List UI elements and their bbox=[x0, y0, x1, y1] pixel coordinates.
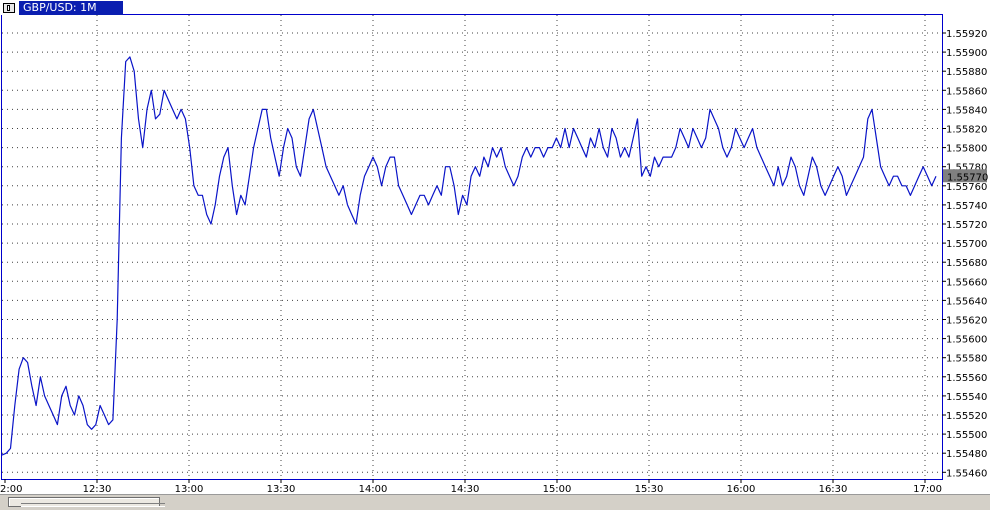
price-tick-label: 1.55920 bbox=[946, 29, 987, 40]
time-tick-label: 17:00 bbox=[913, 484, 942, 494]
price-tick-label: 1.55460 bbox=[946, 468, 987, 479]
price-tick-label: 1.55500 bbox=[946, 430, 987, 441]
price-tick-label: 1.55820 bbox=[946, 125, 987, 136]
price-tick-label: 1.55600 bbox=[946, 335, 987, 346]
time-tick-label: 16:30 bbox=[819, 484, 848, 494]
price-tick-label: 1.55540 bbox=[946, 392, 987, 403]
price-chart[interactable]: 1.55920 1.55900 1.55880 1.55860 1.55840 1.558… bbox=[0, 0, 990, 494]
chart-window: 1.55920 1.55900 1.55880 1.55860 1.55840 1.558… bbox=[0, 0, 990, 510]
horizontal-scrollbar[interactable] bbox=[0, 494, 990, 510]
chart-title: GBP/USD: 1M bbox=[19, 0, 123, 15]
price-tick-label: 1.55480 bbox=[946, 449, 987, 460]
price-tick-label: 1.55660 bbox=[946, 277, 987, 288]
price-tick-label: 1.55720 bbox=[946, 220, 987, 231]
scrollbar-grip bbox=[21, 503, 165, 507]
time-tick-label: 14:30 bbox=[451, 484, 480, 494]
time-tick-label: 2:00 bbox=[0, 484, 22, 494]
time-tick-label: 14:00 bbox=[359, 484, 388, 494]
price-tick-label: 1.55740 bbox=[946, 201, 987, 212]
price-tick-label: 1.55520 bbox=[946, 411, 987, 422]
price-tick-label: 1.55620 bbox=[946, 316, 987, 327]
price-tick-label: 1.55680 bbox=[946, 258, 987, 269]
time-axis: 2:00 12:30 13:00 13:30 14:00 14:30 15:00 15:30 1… bbox=[0, 479, 942, 494]
price-tick-label: 1.55760 bbox=[946, 182, 987, 193]
price-tick-label: 1.55880 bbox=[946, 67, 987, 78]
window-icon bbox=[3, 2, 15, 13]
price-tick-label: 1.55640 bbox=[946, 296, 987, 307]
price-tick-label: 1.55860 bbox=[946, 86, 987, 97]
price-tick-label: 1.55560 bbox=[946, 373, 987, 384]
price-tick-label: 1.55900 bbox=[946, 48, 987, 59]
plot-frame bbox=[1, 14, 943, 480]
time-tick-label: 12:30 bbox=[83, 484, 112, 494]
time-tick-label: 13:00 bbox=[175, 484, 204, 494]
scrollbar-thumb[interactable] bbox=[8, 497, 165, 507]
price-tick-label: 1.55800 bbox=[946, 144, 987, 155]
price-tick-label: 1.55840 bbox=[946, 105, 987, 116]
time-tick-label: 15:00 bbox=[543, 484, 572, 494]
price-axis: 1.55920 1.55900 1.55880 1.55860 1.55840 1.558… bbox=[942, 29, 987, 479]
price-tick-label: 1.55700 bbox=[946, 239, 987, 250]
current-price-label: 1.55770 bbox=[947, 172, 988, 183]
time-tick-label: 15:30 bbox=[635, 484, 664, 494]
chart-tab[interactable]: GBP/USD: 1M bbox=[0, 0, 123, 15]
current-price-marker: 1.55770 bbox=[943, 169, 988, 183]
price-tick-label: 1.55580 bbox=[946, 354, 987, 365]
time-tick-label: 16:00 bbox=[727, 484, 756, 494]
time-tick-label: 13:30 bbox=[267, 484, 296, 494]
